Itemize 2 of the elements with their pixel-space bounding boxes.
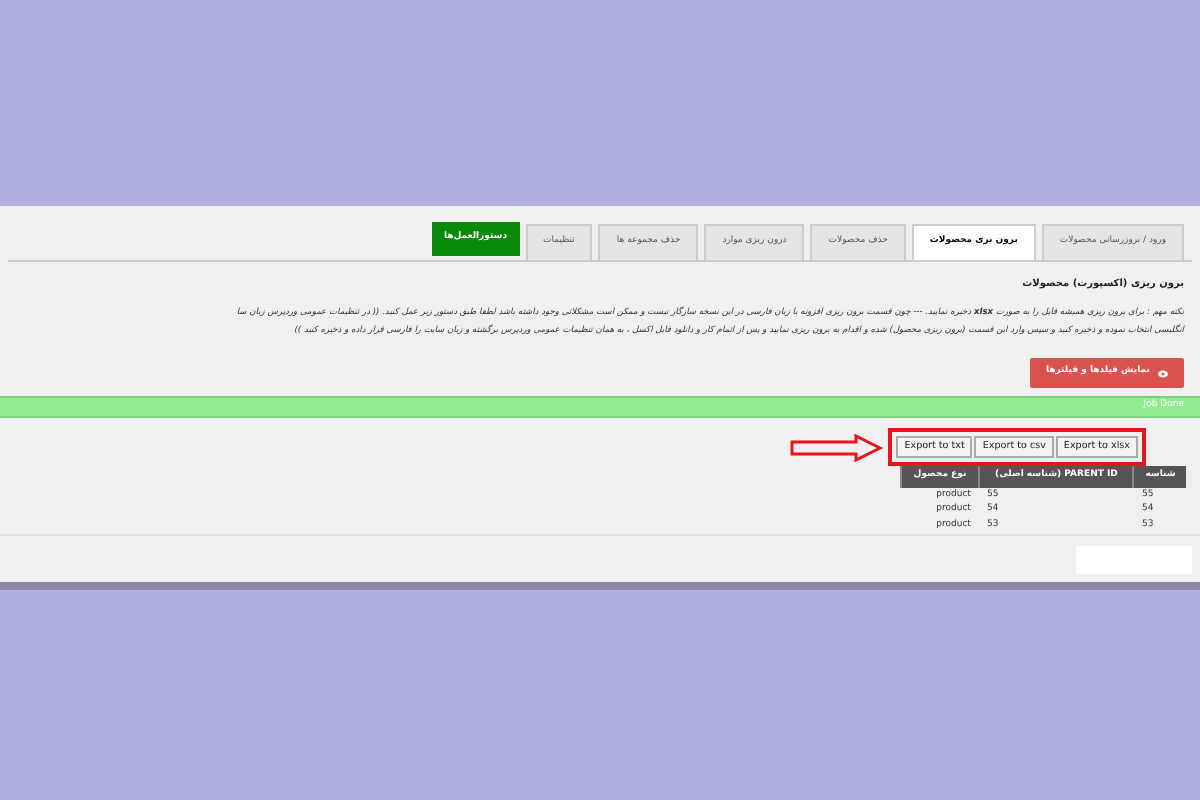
eye-icon — [1158, 369, 1168, 377]
arrow-icon — [788, 433, 885, 462]
